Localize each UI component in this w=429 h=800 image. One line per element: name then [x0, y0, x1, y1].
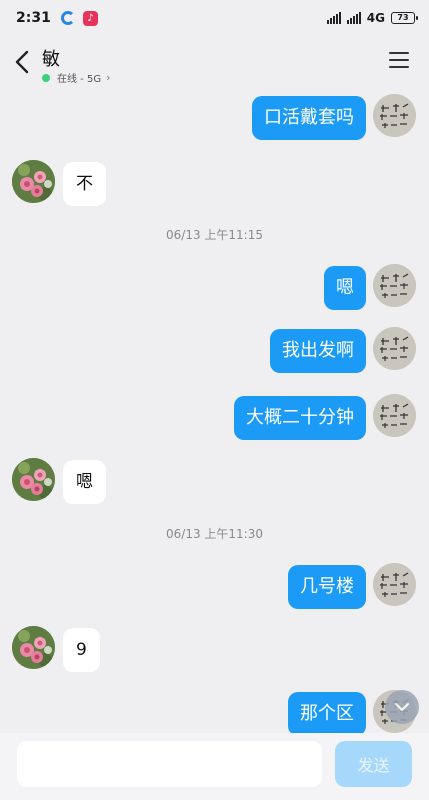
message-input[interactable] — [17, 741, 322, 787]
tiktok-notification-icon: ♪ — [82, 10, 98, 26]
online-dot-icon — [42, 73, 50, 82]
incoming-message-bubble[interactable]: 嗯 — [63, 460, 106, 504]
notification-app-icon — [60, 11, 75, 25]
hamburger-menu-icon — [389, 52, 411, 68]
outgoing-message-bubble[interactable]: 几号楼 — [288, 565, 366, 609]
menu-button[interactable] — [389, 52, 411, 72]
my-avatar[interactable] — [373, 563, 416, 606]
outgoing-message-bubble[interactable]: 嗯 — [324, 266, 366, 310]
network-type: 4G — [366, 11, 385, 25]
contact-avatar[interactable] — [12, 160, 55, 203]
scroll-down-button[interactable] — [385, 690, 419, 724]
composer-bar: 发送 — [0, 733, 429, 800]
incoming-message-bubble[interactable]: 9 — [63, 628, 100, 672]
my-avatar[interactable] — [373, 327, 416, 370]
contact-avatar[interactable] — [12, 458, 55, 501]
incoming-message-bubble[interactable]: 不 — [63, 162, 106, 206]
message-timestamp: 06/13 上午11:15 — [166, 228, 263, 242]
status-indicators: 4G 73 — [326, 11, 418, 25]
outgoing-message-bubble[interactable]: 那个区 — [288, 692, 366, 736]
chevron-left-icon — [15, 50, 29, 74]
outgoing-message-bubble[interactable]: 我出发啊 — [270, 329, 366, 373]
contact-name[interactable]: 敏 — [42, 45, 60, 71]
battery-icon: 73 — [391, 12, 418, 24]
contact-avatar[interactable] — [12, 626, 55, 669]
my-avatar[interactable] — [373, 394, 416, 437]
outgoing-message-bubble[interactable]: 口活戴套吗 — [252, 96, 366, 140]
presence-status[interactable]: 在线 - 5G › — [42, 70, 110, 85]
my-avatar[interactable] — [373, 264, 416, 307]
outgoing-message-bubble[interactable]: 大概二十分钟 — [234, 396, 366, 440]
status-time: 2:31 — [16, 10, 51, 26]
signal-icon — [346, 12, 361, 24]
presence-text: 在线 - 5G — [57, 74, 102, 85]
message-timestamp: 06/13 上午11:30 — [166, 527, 263, 541]
chat-header: 敏 在线 - 5G › — [0, 36, 429, 88]
send-button[interactable]: 发送 — [335, 741, 412, 787]
chevron-down-icon — [394, 702, 410, 712]
chat-screen: 2:31 ♪ 4G 73 敏 在线 - 5G › 口活戴套吗不 06/13 上午… — [0, 0, 429, 800]
my-avatar[interactable] — [373, 94, 416, 137]
back-button[interactable] — [10, 48, 34, 76]
signal-icon — [326, 12, 341, 24]
chevron-right-icon: › — [106, 71, 111, 84]
status-bar: 2:31 ♪ 4G 73 — [0, 0, 429, 36]
